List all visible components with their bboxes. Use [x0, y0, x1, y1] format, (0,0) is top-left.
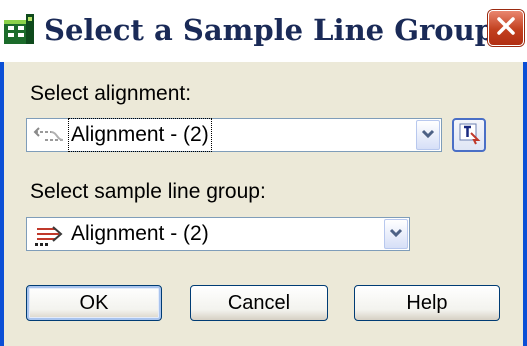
- sample-line-group-select[interactable]: Alignment - (2): [26, 217, 410, 251]
- help-button[interactable]: Help: [354, 285, 500, 321]
- close-button[interactable]: [488, 10, 524, 46]
- ok-button[interactable]: OK: [26, 285, 162, 321]
- alignment-icon: [33, 126, 65, 146]
- alignment-select[interactable]: Alignment - (2): [26, 118, 442, 152]
- civil-3d-app-icon: [4, 14, 34, 44]
- window-title: Select a Sample Line Group: [44, 13, 495, 47]
- alignment-selected-value: Alignment - (2): [68, 118, 212, 152]
- sample-line-group-selected-value: Alignment - (2): [71, 222, 209, 245]
- close-icon: [495, 15, 517, 42]
- alignment-dropdown-button[interactable]: [416, 120, 440, 150]
- chevron-down-icon: [421, 126, 435, 144]
- window-frame-left: [0, 62, 4, 346]
- select-alignment-label: Select alignment:: [30, 82, 192, 105]
- pick-from-drawing-icon: [457, 121, 481, 150]
- sample-line-group-dropdown-button[interactable]: [384, 219, 408, 249]
- title-bar[interactable]: Select a Sample Line Group: [0, 0, 527, 62]
- window-frame-right: [523, 62, 527, 346]
- sample-line-group-icon: [33, 225, 65, 246]
- dialog-body: Select alignment: Alignment - (2) Select…: [0, 62, 527, 346]
- pick-alignment-button[interactable]: [452, 118, 486, 152]
- select-sample-line-group-label: Select sample line group:: [30, 180, 266, 203]
- chevron-down-icon: [389, 225, 403, 243]
- cancel-button[interactable]: Cancel: [190, 285, 328, 321]
